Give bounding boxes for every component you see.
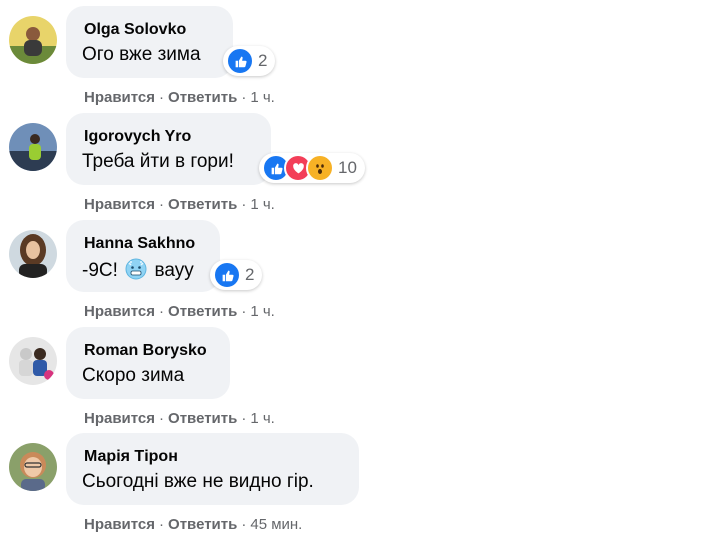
comment-text: -9С! вауу [82, 258, 194, 286]
comment-bubble: Igorovych Yro Треба йти в гори! [66, 113, 271, 185]
comment-author[interactable]: Марія Тірон [84, 448, 178, 466]
avatar[interactable] [9, 230, 57, 278]
separator: · [241, 410, 247, 427]
comment-author[interactable]: Roman Borysko [84, 342, 207, 360]
comment-text-end: вауу [154, 260, 194, 281]
avatar[interactable] [9, 337, 57, 385]
comment-item: Hanna Sakhno -9С! вауу 2 Нравится · Ответи… [0, 220, 721, 327]
comment-item: Марія Тірон Сьогодні вже не видно гір. Н… [0, 433, 721, 540]
comment-text: Ого вже зима [82, 44, 201, 65]
wow-reaction-icon [306, 154, 334, 182]
comment-author[interactable]: Olga Solovko [84, 21, 186, 39]
reply-button[interactable]: Ответить [168, 89, 237, 106]
separator: · [241, 196, 247, 213]
comment-actions: Нравится · Ответить · 1 ч. [84, 303, 275, 320]
comment-timestamp[interactable]: 1 ч. [250, 303, 275, 320]
comment-actions: Нравится · Ответить · 45 мин. [84, 516, 302, 533]
comment-timestamp[interactable]: 1 ч. [250, 89, 275, 106]
separator: · [159, 410, 165, 427]
cold-face-icon [125, 258, 147, 286]
separator: · [159, 89, 165, 106]
reaction-summary[interactable]: 2 [210, 260, 263, 290]
comment-actions: Нравится · Ответить · 1 ч. [84, 410, 275, 427]
separator: · [159, 303, 165, 320]
comment-bubble: Hanna Sakhno -9С! вауу [66, 220, 220, 292]
comment-text-start: -9С! [82, 260, 118, 281]
separator: · [159, 516, 165, 533]
comment-actions: Нравится · Ответить · 1 ч. [84, 89, 275, 106]
reply-button[interactable]: Ответить [168, 516, 237, 533]
reply-button[interactable]: Ответить [168, 196, 237, 213]
avatar[interactable] [9, 123, 57, 171]
separator: · [159, 196, 165, 213]
like-button[interactable]: Нравится [84, 196, 155, 213]
like-button[interactable]: Нравится [84, 89, 155, 106]
comment-item: Igorovych Yro Треба йти в гори! 10 Нрави… [0, 113, 721, 220]
comment-actions: Нравится · Ответить · 1 ч. [84, 196, 275, 213]
separator: · [241, 303, 247, 320]
like-button[interactable]: Нравится [84, 410, 155, 427]
comment-text: Сьогодні вже не видно гір. [82, 471, 314, 492]
comment-bubble: Марія Тірон Сьогодні вже не видно гір. [66, 433, 359, 505]
comment-item: Olga Solovko Ого вже зима 2 Нравится · Отв… [0, 6, 721, 113]
reaction-count: 10 [338, 158, 357, 177]
separator: · [241, 89, 247, 106]
comment-timestamp[interactable]: 1 ч. [250, 196, 275, 213]
reaction-summary[interactable]: 2 [223, 46, 276, 76]
reaction-count: 2 [245, 265, 255, 284]
comment-text: Скоро зима [82, 365, 185, 386]
avatar[interactable] [9, 443, 57, 491]
reaction-summary[interactable]: 10 [259, 153, 365, 183]
comment-author[interactable]: Igorovych Yro [84, 128, 191, 146]
comment-bubble: Olga Solovko Ого вже зима [66, 6, 233, 78]
reply-button[interactable]: Ответить [168, 410, 237, 427]
comment-text: Треба йти в гори! [82, 151, 234, 172]
reaction-count: 2 [258, 51, 268, 70]
comment-timestamp[interactable]: 1 ч. [250, 410, 275, 427]
comment-item: Roman Borysko Скоро зима Нравится · Ответи… [0, 327, 721, 434]
like-button[interactable]: Нравится [84, 303, 155, 320]
like-reaction-icon [213, 261, 241, 289]
comment-bubble: Roman Borysko Скоро зима [66, 327, 230, 399]
like-reaction-icon [226, 47, 254, 75]
reply-button[interactable]: Ответить [168, 303, 237, 320]
separator: · [241, 516, 247, 533]
avatar[interactable] [9, 16, 57, 64]
comment-author[interactable]: Hanna Sakhno [84, 235, 195, 253]
like-button[interactable]: Нравится [84, 516, 155, 533]
comment-timestamp[interactable]: 45 мин. [250, 516, 302, 533]
